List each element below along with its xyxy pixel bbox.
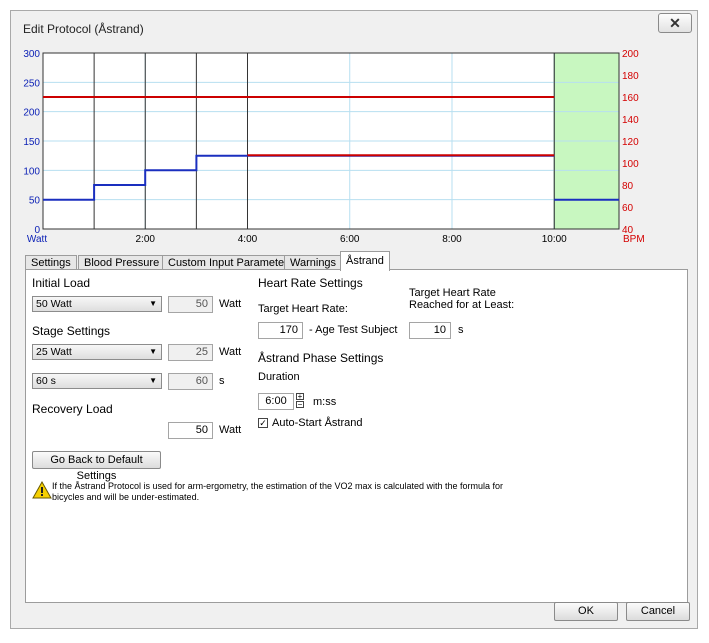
reached-duration-input[interactable]: 10 [409, 322, 451, 339]
y-right-tick-label: 80 [622, 181, 634, 192]
target-hr-reached-label-line1: Target Heart Rate [409, 287, 496, 299]
y-left-tick-label: 100 [23, 166, 40, 177]
warning-icon [32, 481, 52, 499]
autostart-label: Auto-Start Åstrand [272, 417, 363, 429]
edit-protocol-dialog: Edit Protocol (Åstrand) ✕ 0 50 100 150 200 25… [10, 10, 698, 629]
x-tick-label: 4:00 [238, 234, 258, 245]
astrand-tab-panel: Initial Load 50 Watt ▼ 50 Watt Stage Set… [25, 269, 688, 603]
x-tick-label: 6:00 [340, 234, 360, 245]
stage-load-select[interactable]: 25 Watt ▼ [32, 344, 162, 360]
autostart-checkbox[interactable]: ✓ [258, 418, 268, 428]
target-hr-reached-label-line2: Reached for at Least: [409, 299, 515, 311]
duration-unit: m:ss [313, 396, 337, 408]
tab-custom-input-parameters[interactable]: Custom Input Parameters [162, 255, 300, 270]
y-left-axis-label: Watt [27, 234, 47, 245]
recovery-load-label: Recovery Load [32, 402, 113, 416]
stage-time-unit: s [219, 375, 225, 387]
protocol-chart: 0 50 100 150 200 250 300 40 60 80 100 120 140 160 180 2… [21, 47, 698, 253]
initial-load-label: Initial Load [32, 276, 91, 290]
stage-load-unit: Watt [219, 346, 242, 358]
target-hr-input[interactable]: 170 [258, 322, 303, 339]
y-right-tick-label: 60 [622, 203, 634, 214]
y-right-tick-label: 100 [622, 159, 639, 170]
tab-blood-pressure[interactable]: Blood Pressure [78, 255, 166, 270]
astrand-phase-heading: Åstrand Phase Settings [258, 351, 384, 365]
x-tick-label: 2:00 [136, 234, 156, 245]
stage-load-value: 25 [168, 344, 213, 361]
duration-input[interactable]: 6:00 [258, 393, 294, 410]
target-hr-label: Target Heart Rate: [258, 303, 348, 315]
stage-time-value: 60 [168, 373, 213, 390]
x-tick-label: 8:00 [442, 234, 462, 245]
initial-load-value: 50 [168, 296, 213, 313]
chevron-down-icon: ▼ [149, 299, 157, 308]
hr-settings-heading: Heart Rate Settings [258, 276, 363, 290]
recovery-load-input[interactable]: 50 [168, 422, 213, 439]
plus-icon[interactable]: + [296, 393, 304, 401]
protocol-chart-svg: 0501001502002503004060801001201401601802… [23, 49, 645, 245]
minus-icon[interactable]: − [296, 401, 304, 409]
stage-time-select[interactable]: 60 s ▼ [32, 373, 162, 389]
age-test-subject-label: - Age Test Subject [309, 324, 398, 336]
initial-load-unit: Watt [219, 298, 242, 310]
y-right-tick-label: 140 [622, 115, 639, 126]
y-left-tick-label: 300 [23, 49, 40, 60]
y-right-tick-label: 180 [622, 71, 639, 82]
y-left-tick-label: 200 [23, 108, 40, 119]
reached-duration-unit: s [458, 324, 464, 336]
y-right-axis-label: BPM [623, 234, 645, 245]
y-right-tick-label: 200 [622, 49, 639, 60]
initial-load-select-value: 50 Watt [36, 298, 72, 310]
tab-settings[interactable]: Settings [25, 255, 77, 270]
cancel-button[interactable]: Cancel [626, 602, 690, 621]
arm-ergometry-warning-text: If the Åstrand Protocol is used for arm-… [52, 481, 504, 502]
x-tick-label: 10:00 [542, 234, 567, 245]
duration-stepper[interactable]: + − [296, 393, 305, 410]
window-title: Edit Protocol (Åstrand) [23, 22, 144, 36]
tab-astrand[interactable]: Åstrand [340, 251, 390, 271]
y-right-tick-label: 120 [622, 137, 639, 148]
y-left-tick-label: 150 [23, 137, 40, 148]
title-bar: Edit Protocol (Åstrand) ✕ [11, 11, 697, 41]
recovery-load-unit: Watt [219, 424, 242, 436]
default-settings-button[interactable]: Go Back to Default Settings [32, 451, 161, 482]
stage-time-select-value: 60 s [36, 375, 56, 387]
ok-button[interactable]: OK [554, 602, 618, 621]
chevron-down-icon: ▼ [149, 347, 157, 356]
stage-settings-label: Stage Settings [32, 324, 111, 338]
chevron-down-icon: ▼ [149, 376, 157, 385]
stage-load-select-value: 25 Watt [36, 346, 72, 358]
y-left-tick-label: 250 [23, 78, 40, 89]
y-right-tick-label: 160 [622, 93, 639, 104]
close-button[interactable]: ✕ [658, 13, 692, 33]
tab-warnings[interactable]: Warnings [284, 255, 343, 270]
duration-label: Duration [258, 371, 300, 383]
initial-load-select[interactable]: 50 Watt ▼ [32, 296, 162, 312]
y-left-tick-label: 50 [29, 196, 41, 207]
checkmark-icon: ✓ [259, 418, 267, 428]
